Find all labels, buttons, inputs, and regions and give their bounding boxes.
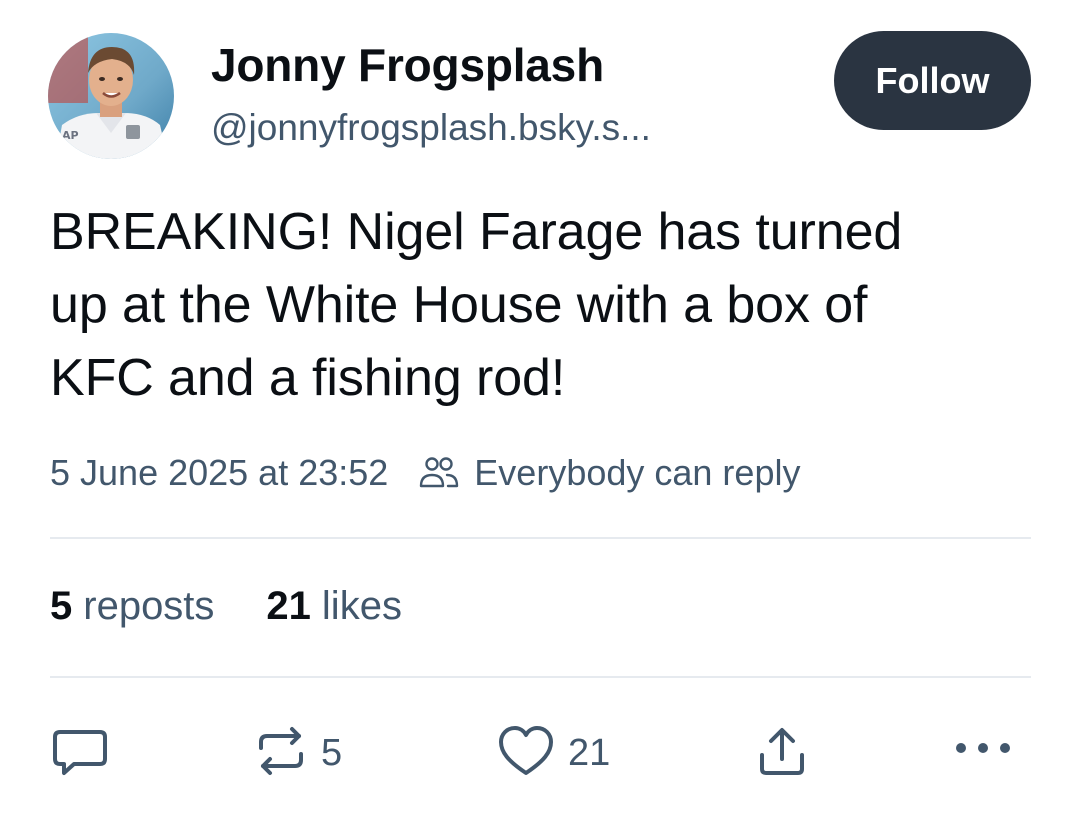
share-icon xyxy=(755,725,809,784)
post-text: BREAKING! Nigel Farage has turned up at … xyxy=(50,196,1050,415)
avatar-jersey-text: AP xyxy=(62,129,79,142)
reposts-stat[interactable]: 5 reposts xyxy=(50,584,214,629)
more-button[interactable] xyxy=(953,741,1013,760)
avatar-image: AP xyxy=(48,33,174,159)
heart-icon xyxy=(496,724,556,783)
like-button[interactable]: 21 xyxy=(496,724,610,783)
more-icon xyxy=(953,741,1013,760)
follow-button[interactable]: Follow xyxy=(834,31,1031,130)
divider xyxy=(50,676,1031,678)
likes-count: 21 xyxy=(266,584,311,628)
post-timestamp[interactable]: 5 June 2025 at 23:52 xyxy=(50,452,388,494)
reposts-count: 5 xyxy=(50,584,73,628)
reply-setting[interactable]: Everybody can reply xyxy=(474,452,800,494)
likes-stat[interactable]: 21 likes xyxy=(266,584,402,629)
repost-button[interactable]: 5 xyxy=(253,724,342,783)
post-text-line: BREAKING! Nigel Farage has turned xyxy=(50,203,903,261)
share-button[interactable] xyxy=(755,725,809,784)
comment-icon xyxy=(50,727,110,782)
people-icon xyxy=(418,453,460,493)
reposts-label: reposts xyxy=(83,584,215,628)
repost-count: 5 xyxy=(321,732,343,774)
post-text-line: KFC and a fishing rod! xyxy=(50,349,566,407)
avatar[interactable]: AP xyxy=(48,33,174,159)
reply-button[interactable] xyxy=(50,727,110,782)
post-text-line: up at the White House with a box of xyxy=(50,276,868,334)
post-meta: 5 June 2025 at 23:52 Everybody can reply xyxy=(50,452,800,494)
divider xyxy=(50,537,1031,539)
author-handle[interactable]: @jonnyfrogsplash.bsky.s... xyxy=(211,107,651,149)
like-count: 21 xyxy=(568,732,611,774)
repost-icon xyxy=(253,724,309,783)
likes-label: likes xyxy=(321,584,402,628)
post-thread-view: AP Jonny Frogsplash @jonnyfrogsplash.bsk… xyxy=(0,0,1080,822)
author-display-name[interactable]: Jonny Frogsplash xyxy=(211,38,604,92)
post-stats: 5 reposts 21 likes xyxy=(50,584,402,629)
